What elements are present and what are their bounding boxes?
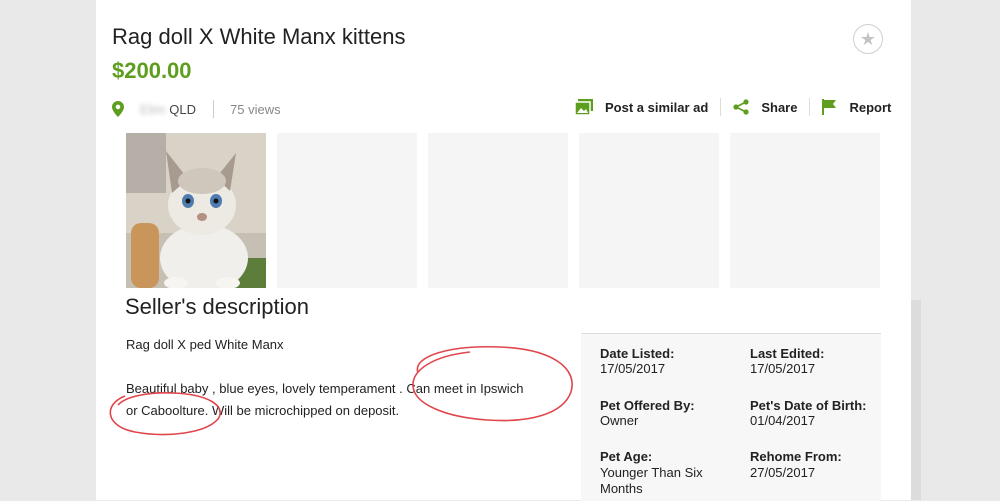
last-edited-label: Last Edited: <box>750 346 825 361</box>
rehome-from-label: Rehome From: <box>750 449 842 464</box>
date-of-birth-value: 01/04/2017 <box>750 413 816 428</box>
last-edited-value: 17/05/2017 <box>750 361 816 376</box>
date-of-birth-label: Pet's Date of Birth: <box>750 398 867 413</box>
report-button[interactable]: Report <box>822 99 891 115</box>
side-panel-edge <box>911 300 921 500</box>
description-heading: Seller's description <box>125 294 309 319</box>
photo-thumbnail-placeholder[interactable] <box>428 133 568 288</box>
star-icon: ★ <box>859 28 877 49</box>
photo-thumbnail-placeholder[interactable] <box>579 133 719 288</box>
divider <box>213 100 215 118</box>
kitten-photo <box>126 133 266 288</box>
save-favourite-button[interactable]: ★ <box>853 24 883 54</box>
location-suburb: Elim <box>140 101 166 117</box>
location-row: Elim QLD 75 views <box>112 99 281 119</box>
flag-icon <box>822 99 837 115</box>
image-icon <box>575 99 593 115</box>
listing-price: $200.00 <box>112 58 192 83</box>
divider <box>720 98 722 116</box>
post-similar-ad-button[interactable]: Post a similar ad <box>575 99 708 115</box>
share-label: Share <box>761 99 798 115</box>
share-icon <box>733 99 749 115</box>
pet-age-value: Younger Than Six Months <box>600 465 703 496</box>
share-button[interactable]: Share <box>733 99 797 115</box>
post-similar-ad-label: Post a similar ad <box>605 99 709 115</box>
photo-thumbnail-main[interactable] <box>126 133 266 288</box>
view-count: 75 views <box>230 101 281 117</box>
rehome-from-value: 27/05/2017 <box>750 465 816 480</box>
divider <box>809 98 811 116</box>
report-label: Report <box>849 99 892 115</box>
listing-title: Rag doll X White Manx kittens <box>112 24 406 49</box>
listing-actions: Post a similar ad Share Report <box>575 96 891 118</box>
description-line: Rag doll X ped White Manx <box>126 337 284 352</box>
description-line: or Caboolture. Will be microchipped on d… <box>126 403 400 418</box>
date-listed-label: Date Listed: <box>600 346 675 361</box>
offered-by-value: Owner <box>600 413 639 428</box>
location-state: QLD <box>169 101 197 117</box>
offered-by-label: Pet Offered By: <box>600 398 695 413</box>
description-line: Beautiful baby , blue eyes, lovely tempe… <box>126 381 524 396</box>
photo-thumbnail-placeholder[interactable] <box>730 133 880 288</box>
pet-age-label: Pet Age: <box>600 449 653 464</box>
listing-details-panel: Date Listed: 17/05/2017 Last Edited: 17/… <box>581 333 881 501</box>
photo-thumbnail-placeholder[interactable] <box>277 133 417 288</box>
location-pin-icon <box>112 101 124 117</box>
date-listed-value: 17/05/2017 <box>600 361 666 376</box>
